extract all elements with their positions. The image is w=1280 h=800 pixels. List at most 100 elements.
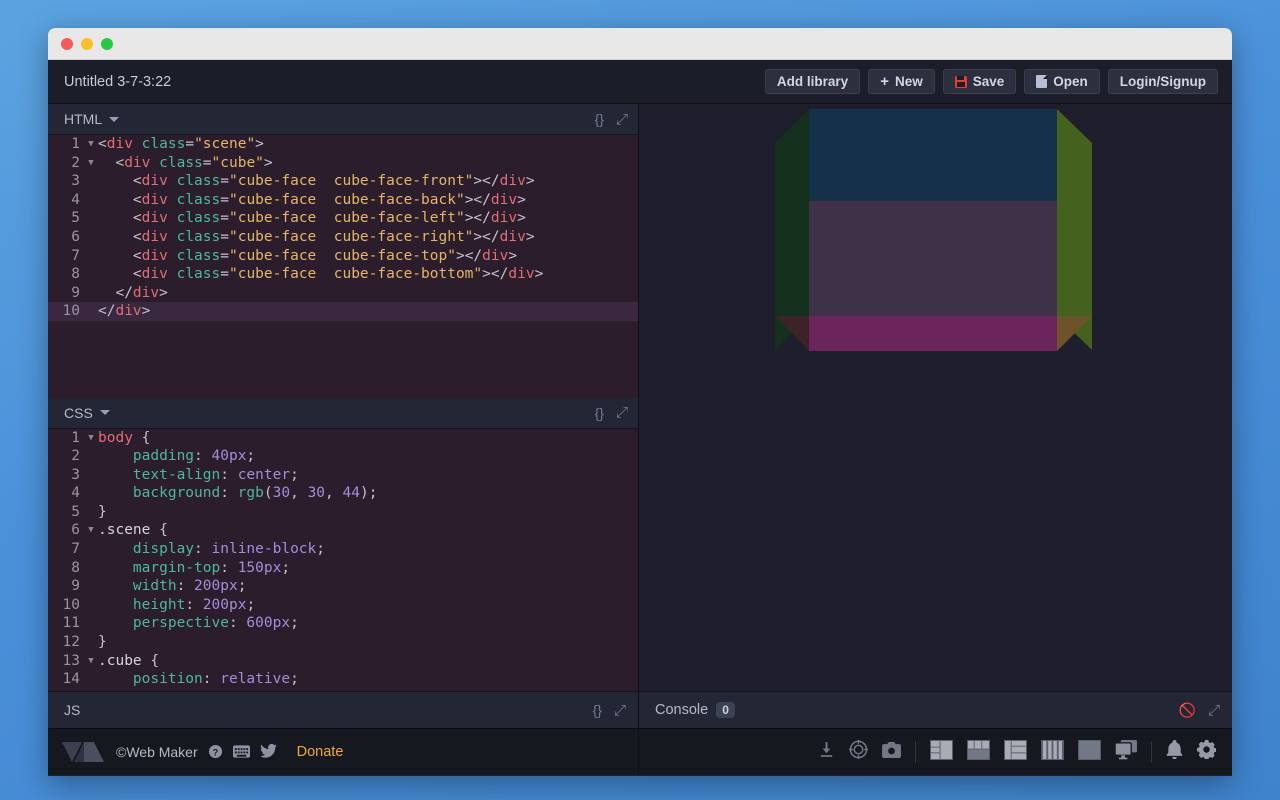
fold-arrow-icon[interactable]: ▼ [84,429,98,448]
login-signup-button[interactable]: Login/Signup [1108,69,1218,94]
clear-icon[interactable]: 🚫 [1179,703,1196,717]
console-count-badge: 0 [716,702,735,718]
js-panel-selector[interactable]: JS [64,702,80,718]
code-line[interactable]: 8 margin-top: 150px; [48,559,638,578]
code-line[interactable]: 14 position: relative; [48,670,638,689]
fold-spacer [84,284,98,303]
code-line[interactable]: 4 background: rgb(30, 30, 44); [48,484,638,503]
cube-face-front [809,201,1057,316]
web-maker-logo[interactable] [62,742,106,762]
copyright-label: ©Web Maker [116,744,198,760]
add-library-button[interactable]: Add library [765,69,860,94]
camera-icon[interactable] [882,742,901,763]
code-line[interactable]: 5 <div class="cube-face cube-face-left">… [48,209,638,228]
line-number: 7 [48,247,84,266]
code-line[interactable]: 4 <div class="cube-face cube-face-back">… [48,191,638,210]
code-line[interactable]: 3 text-align: center; [48,466,638,485]
line-number: 9 [48,577,84,596]
detached-preview-icon[interactable] [1115,740,1137,765]
layout-4-icon[interactable] [1041,740,1064,765]
maximize-window-button[interactable] [101,38,113,50]
close-window-button[interactable] [61,38,73,50]
console-toggle[interactable]: Console 0 [655,702,735,718]
code-line[interactable]: 7 display: inline-block; [48,540,638,559]
fold-spacer [84,614,98,633]
new-button[interactable]: + New [868,69,935,94]
code-line[interactable]: 15 width: inherit; [48,689,638,691]
expand-icon[interactable]: ⤢ [616,112,628,127]
expand-icon[interactable]: ⤢ [616,405,628,420]
fold-spacer [84,447,98,466]
open-button[interactable]: Open [1024,69,1100,94]
keyboard-icon[interactable] [233,745,250,760]
fold-arrow-icon[interactable]: ▼ [84,521,98,540]
preview-column: Console 0 🚫 ⤢ [639,104,1232,728]
donate-link[interactable]: Donate [297,744,344,760]
save-button[interactable]: Save [943,69,1017,94]
code-line[interactable]: 6▼.scene { [48,521,638,540]
code-line[interactable]: 5} [48,503,638,522]
layout-1-icon[interactable] [930,740,953,765]
css-code-editor[interactable]: 1▼body {2 padding: 40px;3 text-align: ce… [48,429,638,692]
code-line[interactable]: 13▼.cube { [48,652,638,671]
code-line[interactable]: 10 height: 200px; [48,596,638,615]
line-number: 12 [48,633,84,652]
console-bar: Console 0 🚫 ⤢ [639,691,1232,728]
line-number: 10 [48,302,84,321]
code-line[interactable]: 8 <div class="cube-face cube-face-bottom… [48,265,638,284]
cube-face-top [809,109,1057,201]
code-line[interactable]: 2▼ <div class="cube"> [48,154,638,173]
code-line[interactable]: 9 </div> [48,284,638,303]
download-icon[interactable] [818,741,835,763]
fold-spacer [84,689,98,691]
fold-spacer [84,265,98,284]
code-line[interactable]: 7 <div class="cube-face cube-face-top"><… [48,247,638,266]
fold-arrow-icon[interactable]: ▼ [84,652,98,671]
notifications-icon[interactable] [1166,740,1183,764]
fold-spacer [84,503,98,522]
curly-braces-icon[interactable]: {} [593,703,602,717]
css-panel-selector[interactable]: CSS [64,405,110,421]
code-line[interactable]: 10</div> [48,302,638,321]
preview-pane[interactable] [639,104,1232,691]
question-circle-icon[interactable]: ? [208,744,223,761]
code-line[interactable]: 9 width: 200px; [48,577,638,596]
login-signup-label: Login/Signup [1120,74,1206,89]
code-line[interactable]: 11 perspective: 600px; [48,614,638,633]
code-text: background: rgb(30, 30, 44); [98,484,377,503]
css-3d-cube [639,104,1232,691]
line-number: 14 [48,670,84,689]
cube-face-right [1057,109,1092,350]
footer-right-group [639,729,1232,775]
window-titlebar[interactable] [48,28,1232,60]
expand-icon[interactable]: ⤢ [1208,703,1220,718]
target-icon[interactable] [849,740,868,764]
expand-icon[interactable]: ⤢ [614,703,626,718]
floppy-disk-icon [955,76,967,88]
twitter-icon[interactable] [260,744,277,760]
code-line[interactable]: 12} [48,633,638,652]
settings-gear-icon[interactable] [1197,740,1216,764]
curly-braces-icon[interactable]: {} [595,406,604,420]
fold-spacer [84,228,98,247]
code-text: body { [98,429,150,448]
curly-braces-icon[interactable]: {} [595,112,604,126]
code-line[interactable]: 2 padding: 40px; [48,447,638,466]
html-panel-selector[interactable]: HTML [64,111,119,127]
layout-5-icon[interactable] [1078,740,1101,765]
code-text: text-align: center; [98,466,299,485]
document-title[interactable]: Untitled 3-7-3:22 [64,74,757,90]
code-line[interactable]: 6 <div class="cube-face cube-face-right"… [48,228,638,247]
fold-arrow-icon[interactable]: ▼ [84,154,98,173]
html-code-editor[interactable]: 1▼<div class="scene">2▼ <div class="cube… [48,135,638,398]
fold-spacer [84,484,98,503]
minimize-window-button[interactable] [81,38,93,50]
code-text: padding: 40px; [98,447,255,466]
code-line[interactable]: 3 <div class="cube-face cube-face-front"… [48,172,638,191]
code-line[interactable]: 1▼<div class="scene"> [48,135,638,154]
fold-arrow-icon[interactable]: ▼ [84,135,98,154]
new-label: New [895,74,923,89]
layout-2-icon[interactable] [967,740,990,765]
code-line[interactable]: 1▼body { [48,429,638,448]
layout-3-icon[interactable] [1004,740,1027,765]
